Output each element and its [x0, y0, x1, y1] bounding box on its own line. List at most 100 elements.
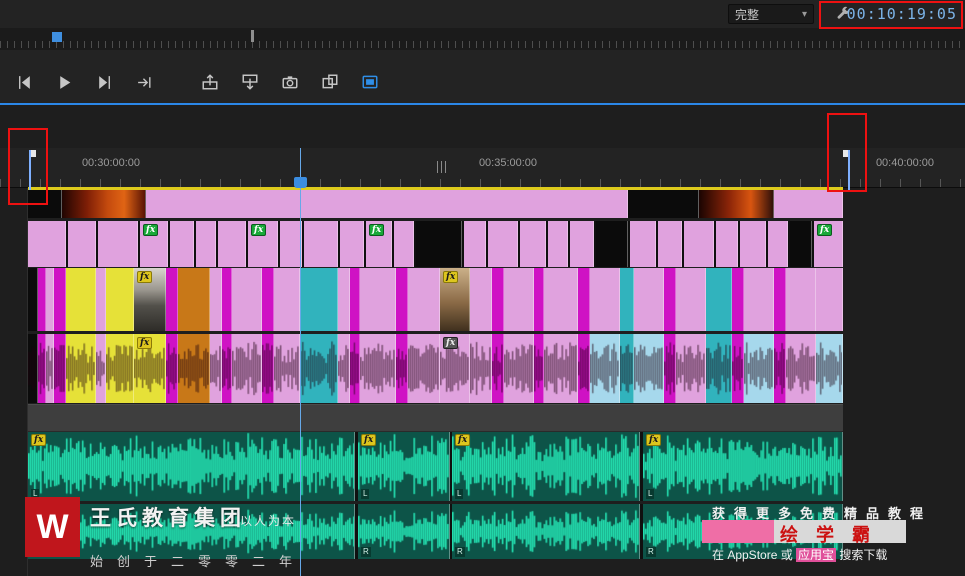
clip-A1[interactable]	[46, 334, 54, 403]
play-button[interactable]	[50, 69, 78, 95]
clip-A1[interactable]	[578, 334, 590, 403]
clip-V2[interactable]	[740, 221, 766, 267]
clip-V2[interactable]	[464, 221, 486, 267]
clip-A1[interactable]	[210, 334, 222, 403]
clip-V2[interactable]	[28, 221, 66, 267]
multi-view-button[interactable]	[356, 69, 384, 95]
clip-V1[interactable]	[492, 268, 504, 331]
clip-V1[interactable]	[590, 268, 620, 331]
clip-V1[interactable]	[396, 268, 408, 331]
clip-V1[interactable]	[732, 268, 744, 331]
clip-V1[interactable]	[54, 268, 66, 331]
clip-V3[interactable]	[62, 190, 146, 218]
clip-V1[interactable]	[786, 268, 816, 331]
clip-V2[interactable]	[596, 221, 628, 267]
clip-A1[interactable]	[338, 334, 350, 403]
ruler-grip[interactable]	[437, 161, 448, 173]
clip-A1[interactable]	[262, 334, 274, 403]
clip-V3[interactable]	[628, 190, 699, 218]
clip-V2[interactable]	[488, 221, 518, 267]
preview-quality-dropdown[interactable]: 完整 ▾	[728, 4, 814, 24]
clip-V1[interactable]: fx	[134, 268, 166, 331]
clip-V2[interactable]	[416, 221, 462, 267]
clip-V1[interactable]	[232, 268, 262, 331]
clip-A3[interactable]: R	[452, 504, 640, 559]
clip-A1[interactable]	[66, 334, 96, 403]
step-back-button[interactable]	[10, 69, 38, 95]
clip-V1[interactable]	[706, 268, 732, 331]
clip-A1[interactable]	[732, 334, 744, 403]
clip-A1[interactable]	[534, 334, 544, 403]
export-frame-button[interactable]	[276, 69, 304, 95]
clip-A1[interactable]	[360, 334, 396, 403]
clip-V2[interactable]	[548, 221, 568, 267]
clip-V1[interactable]	[816, 268, 843, 331]
clip-A1[interactable]	[590, 334, 620, 403]
comparison-view-button[interactable]	[316, 69, 344, 95]
clip-V1[interactable]	[166, 268, 178, 331]
step-forward-button[interactable]	[90, 69, 118, 95]
clip-A1[interactable]	[54, 334, 66, 403]
clip-V2[interactable]	[196, 221, 216, 267]
clip-A1[interactable]	[786, 334, 816, 403]
clip-A2[interactable]: fx L	[358, 431, 450, 501]
clip-V1[interactable]	[262, 268, 274, 331]
clip-V1[interactable]	[634, 268, 664, 331]
clip-V1[interactable]	[300, 268, 338, 331]
clip-A1[interactable]	[350, 334, 360, 403]
clip-A1[interactable]	[166, 334, 178, 403]
clip-A1[interactable]	[676, 334, 706, 403]
clip-A1[interactable]	[300, 334, 338, 403]
clip-V2[interactable]: fx	[140, 221, 168, 267]
clip-V1[interactable]	[46, 268, 54, 331]
clip-V2[interactable]	[570, 221, 594, 267]
clip-V1[interactable]	[66, 268, 96, 331]
clip-A1[interactable]	[396, 334, 408, 403]
extract-button[interactable]	[236, 69, 264, 95]
clip-V1[interactable]	[96, 268, 106, 331]
clip-A1[interactable]	[544, 334, 578, 403]
clip-V1[interactable]	[408, 268, 440, 331]
clip-A1[interactable]	[408, 334, 440, 403]
clip-V1[interactable]	[578, 268, 590, 331]
clip-V1[interactable]	[744, 268, 774, 331]
clip-A2[interactable]: fx L	[28, 431, 355, 501]
clip-V2[interactable]: fx	[248, 221, 278, 267]
clip-A2[interactable]: fx L	[643, 431, 843, 501]
clip-A1[interactable]	[274, 334, 300, 403]
clip-A1[interactable]	[744, 334, 774, 403]
clip-V2[interactable]	[716, 221, 738, 267]
clip-A1[interactable]	[232, 334, 262, 403]
clip-V1[interactable]	[664, 268, 676, 331]
clip-V1[interactable]	[504, 268, 534, 331]
clip-V2[interactable]: fx	[814, 221, 843, 267]
monitor-scrubber-bar[interactable]	[0, 28, 965, 51]
clip-A1[interactable]	[470, 334, 492, 403]
clip-A1[interactable]	[222, 334, 232, 403]
clip-V1[interactable]	[774, 268, 786, 331]
clip-V1[interactable]	[222, 268, 232, 331]
playhead-line[interactable]	[300, 148, 301, 576]
scrubber-handle[interactable]	[251, 30, 254, 42]
clip-V2[interactable]	[630, 221, 656, 267]
track-divider[interactable]	[28, 404, 843, 432]
go-to-next-edit-button[interactable]	[130, 69, 158, 95]
clip-A3[interactable]: R	[358, 504, 450, 559]
clip-V2[interactable]	[218, 221, 246, 267]
clip-A1[interactable]	[28, 334, 38, 403]
clip-V2[interactable]	[280, 221, 302, 267]
clip-V2[interactable]	[768, 221, 788, 267]
clip-V1[interactable]	[360, 268, 396, 331]
clip-V1[interactable]	[338, 268, 350, 331]
clip-V3[interactable]	[699, 190, 774, 218]
clip-V1[interactable]	[38, 268, 46, 331]
clip-A1[interactable]	[106, 334, 134, 403]
clip-A1[interactable]	[492, 334, 504, 403]
clip-V2[interactable]	[304, 221, 338, 267]
clip-A1[interactable]	[38, 334, 46, 403]
clip-V1[interactable]	[350, 268, 360, 331]
clip-V3[interactable]	[146, 190, 628, 218]
clip-V1[interactable]: fx	[440, 268, 470, 331]
clip-V1[interactable]	[178, 268, 210, 331]
clip-V1[interactable]	[676, 268, 706, 331]
